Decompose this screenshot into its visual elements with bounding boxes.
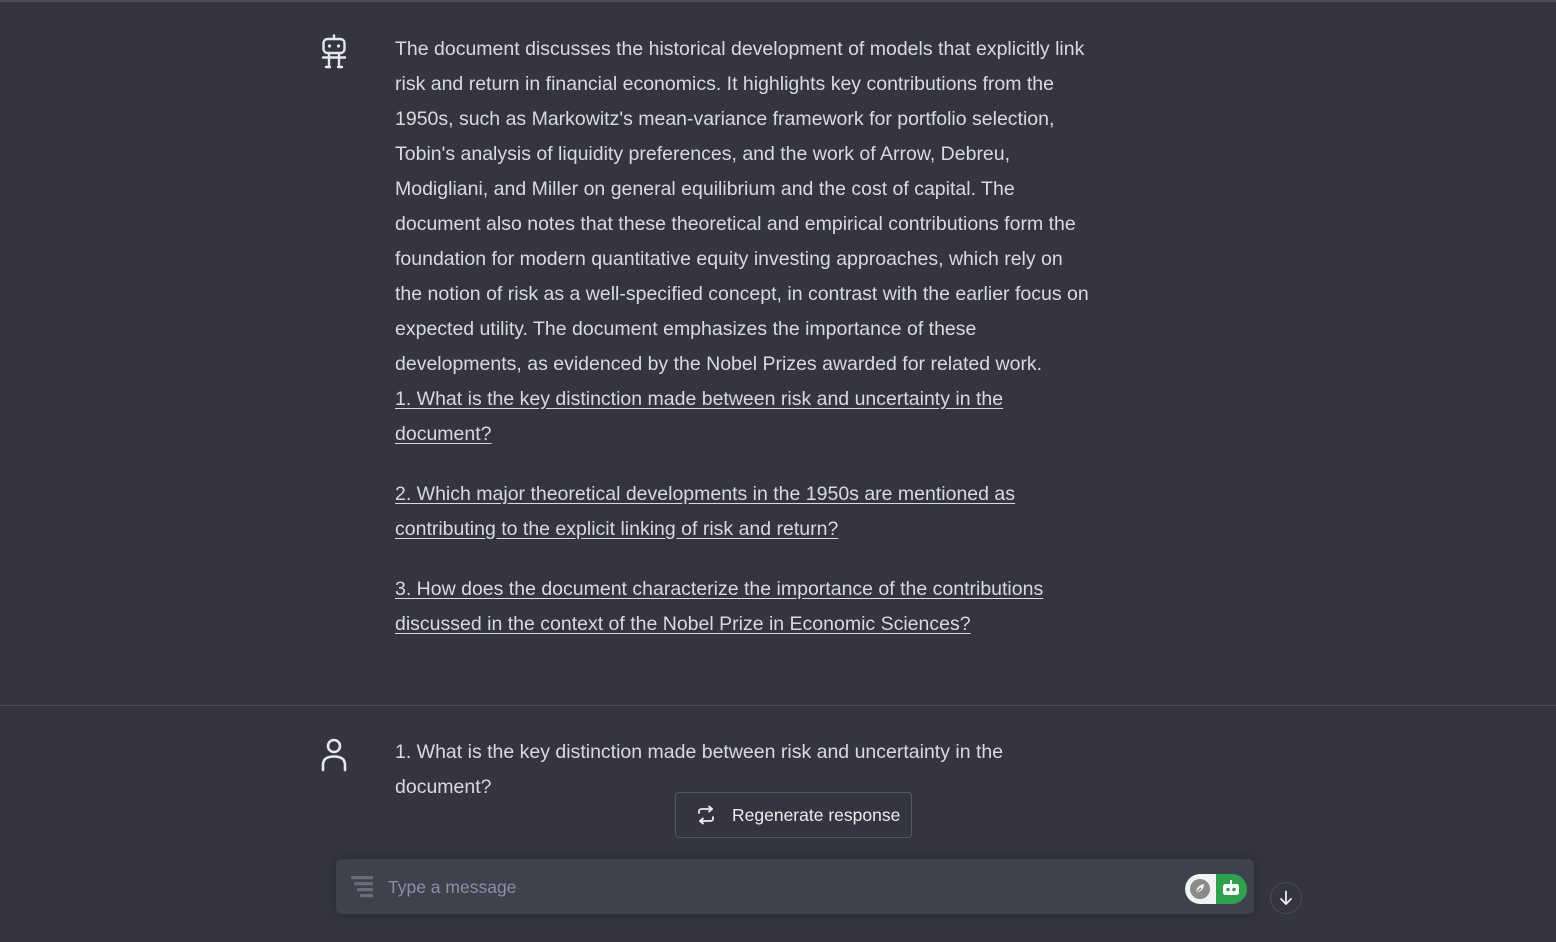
followup-item: 3. How does the document characterize th… (395, 572, 1075, 642)
assistant-message-text: The document discusses the historical de… (395, 38, 1089, 375)
extension-toggle[interactable] (1185, 874, 1247, 904)
composer-area (0, 829, 1556, 942)
followup-item: 1. What is the key distinction made betw… (395, 382, 1075, 452)
robot-icon (1219, 877, 1243, 901)
message-composer (336, 859, 1254, 916)
assistant-message: The document discusses the historical de… (0, 2, 1556, 706)
prompt-library-icon[interactable] (350, 874, 376, 900)
followup-question-2[interactable]: 2. Which major theoretical developments … (395, 483, 1015, 540)
message-input[interactable] (386, 859, 1170, 916)
followup-item: 2. Which major theoretical developments … (395, 477, 1075, 547)
regenerate-response-button[interactable]: Regenerate response (675, 792, 912, 838)
scroll-to-bottom-button[interactable] (1270, 882, 1302, 914)
assistant-message-body: The document discusses the historical de… (395, 32, 1095, 667)
followup-question-3[interactable]: 3. How does the document characterize th… (395, 578, 1043, 635)
leaf-icon (1185, 874, 1216, 904)
robot-icon (318, 34, 350, 70)
regenerate-label: Regenerate response (732, 804, 901, 825)
refresh-icon (696, 805, 716, 825)
followup-questions: 1. What is the key distinction made betw… (395, 382, 1095, 642)
followup-question-1[interactable]: 1. What is the key distinction made betw… (395, 388, 1003, 445)
user-icon (318, 737, 350, 773)
